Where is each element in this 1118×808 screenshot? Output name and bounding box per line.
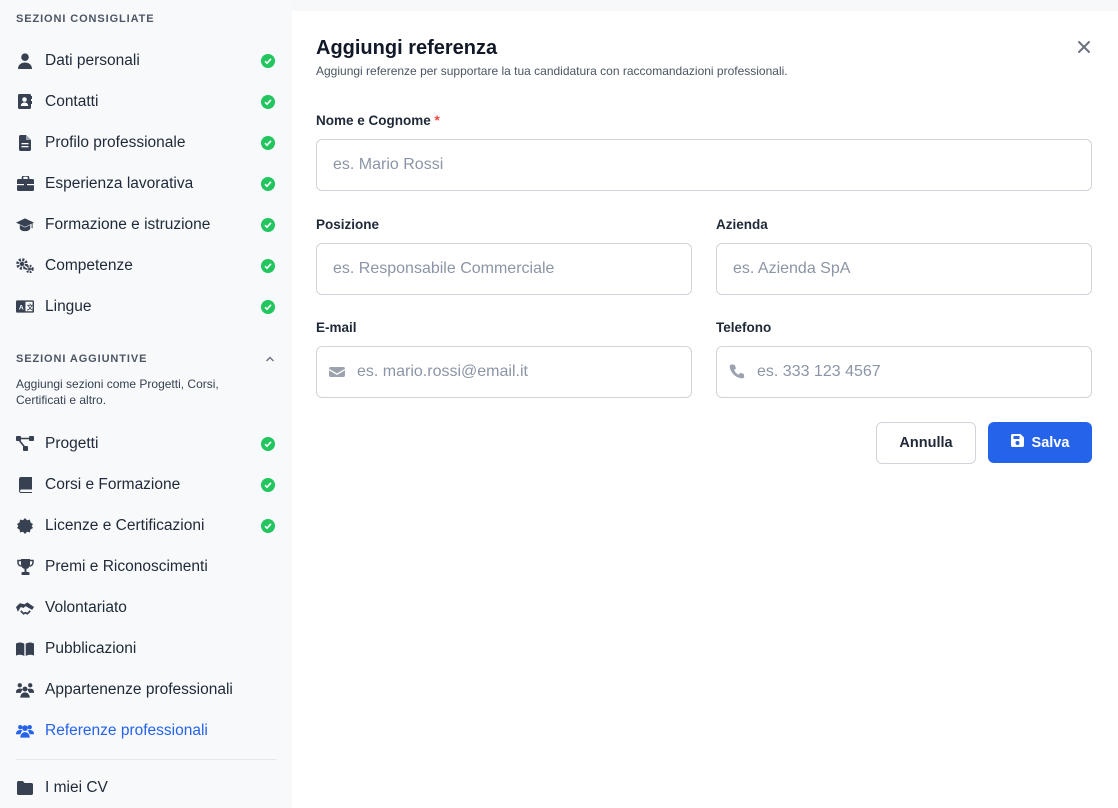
sidebar-item-esperienza-lavorativa[interactable]: Esperienza lavorativa [0, 163, 291, 204]
sidebar-item-volontariato[interactable]: Volontariato [0, 587, 291, 628]
company-field-label: Azienda [716, 217, 768, 232]
check-icon [261, 94, 275, 109]
sidebar-item-label: Lingue [45, 297, 92, 315]
save-button-label: Salva [1031, 434, 1070, 451]
position-field [316, 243, 692, 295]
name-field-label: Nome e Cognome * [316, 113, 440, 128]
add-reference-panel [292, 11, 1118, 808]
sidebar-item-label: Formazione e istruzione [45, 215, 211, 233]
position-input[interactable] [333, 244, 679, 294]
sidebar: SEZIONI CONSIGLIATE Dati personali Conta… [0, 0, 291, 808]
sidebar-item-profilo-professionale[interactable]: Profilo professionale [0, 122, 291, 163]
email-field [316, 346, 692, 398]
name-field [316, 139, 1092, 191]
sidebar-item-premi-riconoscimenti[interactable]: Premi e Riconoscimenti [0, 546, 291, 587]
folder-icon [16, 779, 34, 797]
svg-text:文: 文 [27, 302, 34, 311]
sidebar-item-label: Competenze [45, 256, 133, 274]
document-icon [16, 134, 34, 152]
modal-title: Aggiungi referenza [316, 37, 498, 59]
sidebar-item-label: I miei CV [45, 778, 108, 796]
people-group-icon [16, 681, 34, 699]
modal-subtitle: Aggiungi referenze per supportare la tua… [316, 64, 788, 78]
diagram-icon [16, 435, 34, 453]
email-field-label: E-mail [316, 320, 357, 335]
floppy-disk-icon [1010, 434, 1024, 451]
sidebar-item-label: Referenze professionali [45, 721, 208, 739]
sidebar-item-label: Progetti [45, 434, 99, 452]
check-icon [261, 477, 275, 492]
envelope-icon [329, 364, 345, 380]
sidebar-item-label: Licenze e Certificazioni [45, 516, 205, 534]
check-icon [261, 299, 275, 314]
company-input[interactable] [733, 244, 1079, 294]
address-card-icon [16, 93, 34, 111]
user-icon [16, 52, 34, 70]
position-field-label: Posizione [316, 217, 380, 232]
sidebar-item-competenze[interactable]: Competenze [0, 245, 291, 286]
briefcase-icon [16, 175, 34, 193]
sidebar-divider [16, 759, 276, 760]
sidebar-item-lingue[interactable]: A文 Lingue [0, 286, 291, 327]
sidebar-item-label: Premi e Riconoscimenti [45, 557, 208, 575]
users-icon [16, 722, 34, 740]
phone-field-label: Telefono [716, 320, 772, 335]
sidebar-item-progetti[interactable]: Progetti [0, 423, 291, 464]
open-book-icon [16, 640, 34, 658]
phone-input[interactable] [757, 347, 1079, 397]
handshake-icon [16, 599, 34, 617]
name-input[interactable] [333, 140, 1079, 190]
sidebar-item-label: Pubblicazioni [45, 639, 137, 657]
graduation-cap-icon [16, 216, 34, 234]
sidebar-item-appartenenze-professionali[interactable]: Appartenenze professionali [0, 669, 291, 710]
sidebar-item-label: Profilo professionale [45, 133, 186, 151]
cancel-button[interactable]: Annulla [876, 422, 976, 464]
sidebar-item-label: Corsi e Formazione [45, 475, 181, 493]
certificate-icon [16, 517, 34, 535]
check-icon [261, 176, 275, 191]
close-icon[interactable] [1076, 39, 1092, 55]
phone-field [716, 346, 1092, 398]
company-field [716, 243, 1092, 295]
svg-text:A: A [19, 304, 24, 311]
sidebar-item-dati-personali[interactable]: Dati personali [0, 40, 291, 81]
recommended-sections-heading: SEZIONI CONSIGLIATE [16, 13, 155, 25]
sidebar-item-label: Appartenenze professionali [45, 680, 233, 698]
book-icon [16, 476, 34, 494]
email-input[interactable] [357, 347, 679, 397]
trophy-icon [16, 558, 34, 576]
check-icon [261, 217, 275, 232]
save-button[interactable]: Salva [988, 422, 1092, 463]
sidebar-item-label: Dati personali [45, 51, 140, 69]
sidebar-item-formazione-istruzione[interactable]: Formazione e istruzione [0, 204, 291, 245]
chevron-up-icon[interactable] [264, 352, 276, 364]
check-icon [261, 53, 275, 68]
check-icon [261, 436, 275, 451]
sidebar-item-label: Contatti [45, 92, 99, 110]
sidebar-item-pubblicazioni[interactable]: Pubblicazioni [0, 628, 291, 669]
sidebar-item-miei-cv[interactable]: I miei CV [0, 767, 291, 808]
check-icon [261, 258, 275, 273]
name-label-text: Nome e Cognome [316, 113, 431, 128]
check-icon [261, 135, 275, 150]
required-mark: * [434, 113, 440, 128]
sidebar-item-referenze-professionali[interactable]: Referenze professionali [0, 710, 291, 751]
sidebar-item-licenze-certificazioni[interactable]: Licenze e Certificazioni [0, 505, 291, 546]
sidebar-item-corsi-formazione[interactable]: Corsi e Formazione [0, 464, 291, 505]
additional-sections-description: Aggiungi sezioni come Progetti, Corsi, C… [16, 377, 219, 407]
language-icon: A文 [16, 298, 34, 316]
sidebar-item-label: Volontariato [45, 598, 127, 616]
additional-sections-heading: SEZIONI AGGIUNTIVE [16, 353, 148, 365]
check-icon [261, 518, 275, 533]
sidebar-item-contatti[interactable]: Contatti [0, 81, 291, 122]
sidebar-item-label: Esperienza lavorativa [45, 174, 194, 192]
phone-icon [729, 364, 745, 380]
gears-icon [16, 257, 34, 275]
